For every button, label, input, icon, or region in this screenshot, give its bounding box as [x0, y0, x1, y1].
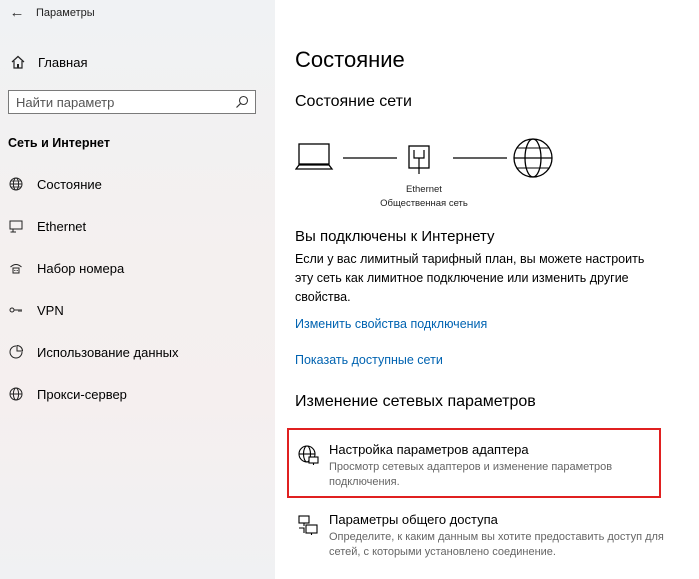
option-title: Настройка параметров адаптера — [329, 442, 529, 457]
vpn-icon — [9, 307, 22, 313]
search-input[interactable] — [16, 94, 226, 110]
globe-icon — [9, 177, 23, 191]
main-content: Состояние Состояние сети Ethernet Общест… — [275, 0, 699, 579]
sidebar-item-label: Набор номера — [37, 261, 125, 276]
sidebar-item-status[interactable]: Состояние — [0, 169, 275, 199]
home-nav-item[interactable]: Главная — [0, 48, 275, 76]
sidebar-item-dialup[interactable]: Набор номера — [0, 253, 275, 283]
globe-icon — [9, 387, 23, 401]
sharing-settings-option[interactable]: Параметры общего доступа Определите, к к… — [289, 512, 664, 560]
sidebar-item-vpn[interactable]: VPN — [0, 295, 275, 325]
option-description: Определите, к каким данным вы хотите пре… — [329, 531, 664, 558]
option-description: Просмотр сетевых адаптеров и изменение п… — [329, 461, 613, 488]
adapter-settings-option[interactable]: Настройка параметров адаптера Просмотр с… — [289, 442, 659, 488]
network-type: Общественная сеть — [380, 198, 468, 209]
back-button[interactable]: ← — [6, 2, 28, 24]
search-icon[interactable] — [235, 95, 249, 109]
connected-description: Если у вас лимитный тарифный план, вы мо… — [295, 252, 645, 304]
sidebar-item-label: Использование данных — [37, 345, 179, 360]
search-box[interactable] — [8, 90, 256, 114]
page-title: Состояние — [295, 47, 405, 72]
network-status-heading: Состояние сети — [295, 93, 412, 110]
sidebar-item-label: Прокси-сервер — [37, 387, 127, 402]
adapter-name: Ethernet — [406, 184, 442, 195]
change-settings-heading: Изменение сетевых параметров — [295, 393, 536, 410]
sharing-icon — [298, 515, 318, 535]
laptop-icon — [295, 143, 334, 170]
option-title: Параметры общего доступа — [329, 512, 498, 527]
sidebar-item-ethernet[interactable]: Ethernet — [0, 211, 275, 241]
internet-globe-icon — [513, 138, 553, 178]
section-title: Сеть и Интернет — [8, 136, 110, 150]
adapter-icon — [298, 445, 319, 465]
sidebar-item-label: VPN — [37, 303, 64, 318]
change-connection-properties-link[interactable]: Изменить свойства подключения — [295, 317, 487, 331]
sidebar-item-label: Состояние — [37, 177, 102, 192]
sidebar: ← Параметры Главная Сеть и Интернет Сост… — [0, 0, 275, 579]
home-label: Главная — [38, 55, 88, 70]
ethernet-port-icon — [408, 145, 430, 174]
home-icon — [11, 55, 25, 69]
sidebar-item-label: Ethernet — [37, 219, 87, 234]
sidebar-item-proxy[interactable]: Прокси-сервер — [0, 379, 275, 409]
sidebar-item-data-usage[interactable]: Использование данных — [0, 337, 275, 367]
data-usage-icon — [9, 345, 23, 359]
dialup-icon — [10, 264, 22, 274]
connected-heading: Вы подключены к Интернету — [295, 228, 495, 245]
show-available-networks-link[interactable]: Показать доступные сети — [295, 353, 443, 367]
title-bar: ← Параметры — [0, 0, 275, 28]
ethernet-icon — [9, 220, 23, 233]
app-title: Параметры — [36, 7, 95, 19]
